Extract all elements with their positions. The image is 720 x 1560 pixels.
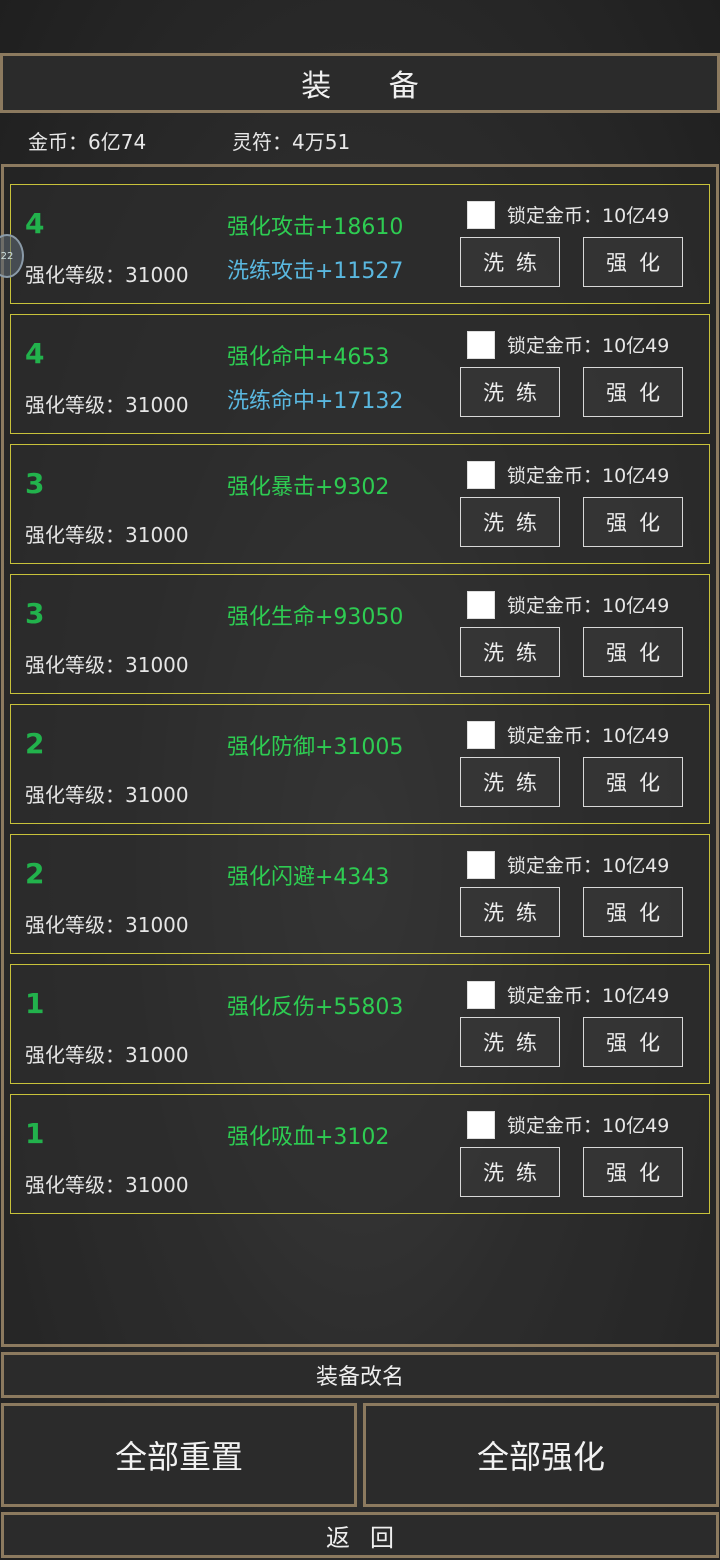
refine-stat: 洗练攻击+11527 — [227, 259, 404, 284]
equipment-card: 1 强化等级：31000 强化吸血+3102 锁定金币：10亿49 洗练 强化 — [10, 1094, 710, 1214]
enhance-button[interactable]: 强化 — [583, 237, 683, 287]
equipment-tier: 1 — [25, 1117, 45, 1150]
enhance-stat: 强化攻击+18610 — [227, 215, 404, 240]
equipment-tier: 4 — [25, 207, 45, 240]
equipment-card: 2 强化等级：31000 强化防御+31005 锁定金币：10亿49 洗练 强化 — [10, 704, 710, 824]
equipment-card: 4 强化等级：31000 强化攻击+18610 洗练攻击+11527 锁定金币：10亿4… — [10, 184, 710, 304]
lock-checkbox[interactable] — [467, 721, 495, 749]
lock-checkbox[interactable] — [467, 591, 495, 619]
enhance-button[interactable]: 强化 — [583, 367, 683, 417]
page-title: 装 备 — [301, 69, 443, 104]
lock-cost-label: 锁定金币：10亿49 — [507, 465, 670, 487]
enhance-stat: 强化命中+4653 — [227, 345, 390, 370]
equipment-tier: 2 — [25, 727, 45, 760]
lock-cost-label: 锁定金币：10亿49 — [507, 725, 670, 747]
refine-button[interactable]: 洗练 — [460, 497, 560, 547]
enhance-all-button[interactable]: 全部强化 — [363, 1403, 719, 1507]
refine-button[interactable]: 洗练 — [460, 757, 560, 807]
lock-checkbox[interactable] — [467, 851, 495, 879]
lock-checkbox[interactable] — [467, 331, 495, 359]
lock-checkbox[interactable] — [467, 461, 495, 489]
refine-button[interactable]: 洗练 — [460, 627, 560, 677]
enhance-button[interactable]: 强化 — [583, 497, 683, 547]
enhance-stat: 强化暴击+9302 — [227, 475, 390, 500]
equipment-tier: 3 — [25, 597, 45, 630]
equipment-tier: 4 — [25, 337, 45, 370]
enhance-stat: 强化生命+93050 — [227, 605, 404, 630]
enhance-stat: 强化防御+31005 — [227, 735, 404, 760]
floating-bubble-label: 22 — [0, 250, 14, 262]
refine-stat: 洗练命中+17132 — [227, 389, 404, 414]
refine-button[interactable]: 洗练 — [460, 1147, 560, 1197]
enhance-button[interactable]: 强化 — [583, 757, 683, 807]
equipment-card: 1 强化等级：31000 强化反伤+55803 锁定金币：10亿49 洗练 强化 — [10, 964, 710, 1084]
lock-checkbox[interactable] — [467, 981, 495, 1009]
lock-cost-label: 锁定金币：10亿49 — [507, 855, 670, 877]
enhance-level: 强化等级：31000 — [25, 393, 189, 417]
lock-cost-label: 锁定金币：10亿49 — [507, 335, 670, 357]
gold-balance: 金币：6亿74 — [28, 129, 147, 154]
lock-cost-label: 锁定金币：10亿49 — [507, 1115, 670, 1137]
enhance-level: 强化等级：31000 — [25, 523, 189, 547]
enhance-level: 强化等级：31000 — [25, 1173, 189, 1197]
refine-button[interactable]: 洗练 — [460, 1017, 560, 1067]
enhance-stat: 强化闪避+4343 — [227, 865, 390, 890]
reset-all-button[interactable]: 全部重置 — [1, 1403, 357, 1507]
enhance-stat: 强化吸血+3102 — [227, 1125, 390, 1150]
enhance-button[interactable]: 强化 — [583, 1017, 683, 1067]
refine-button[interactable]: 洗练 — [460, 887, 560, 937]
lock-checkbox[interactable] — [467, 201, 495, 229]
lock-checkbox[interactable] — [467, 1111, 495, 1139]
equipment-card: 2 强化等级：31000 强化闪避+4343 锁定金币：10亿49 洗练 强化 — [10, 834, 710, 954]
enhance-level: 强化等级：31000 — [25, 1043, 189, 1067]
enhance-button[interactable]: 强化 — [583, 887, 683, 937]
enhance-level: 强化等级：31000 — [25, 653, 189, 677]
equipment-tier: 2 — [25, 857, 45, 890]
page-title-bar: 装 备 — [0, 53, 720, 113]
rune-balance: 灵符：4万51 — [232, 129, 351, 154]
refine-button[interactable]: 洗练 — [460, 367, 560, 417]
equipment-card: 3 强化等级：31000 强化暴击+9302 锁定金币：10亿49 洗练 强化 — [10, 444, 710, 564]
rename-equipment-button[interactable]: 装备改名 — [1, 1352, 719, 1398]
enhance-button[interactable]: 强化 — [583, 627, 683, 677]
refine-button[interactable]: 洗练 — [460, 237, 560, 287]
back-button[interactable]: 返回 — [1, 1512, 719, 1558]
lock-cost-label: 锁定金币：10亿49 — [507, 985, 670, 1007]
enhance-stat: 强化反伤+55803 — [227, 995, 404, 1020]
equipment-tier: 3 — [25, 467, 45, 500]
equipment-card: 4 强化等级：31000 强化命中+4653 洗练命中+17132 锁定金币：10亿49… — [10, 314, 710, 434]
equipment-card: 3 强化等级：31000 强化生命+93050 锁定金币：10亿49 洗练 强化 — [10, 574, 710, 694]
enhance-button[interactable]: 强化 — [583, 1147, 683, 1197]
enhance-level: 强化等级：31000 — [25, 913, 189, 937]
lock-cost-label: 锁定金币：10亿49 — [507, 595, 670, 617]
enhance-level: 强化等级：31000 — [25, 263, 189, 287]
enhance-level: 强化等级：31000 — [25, 783, 189, 807]
lock-cost-label: 锁定金币：10亿49 — [507, 205, 670, 227]
equipment-tier: 1 — [25, 987, 45, 1020]
